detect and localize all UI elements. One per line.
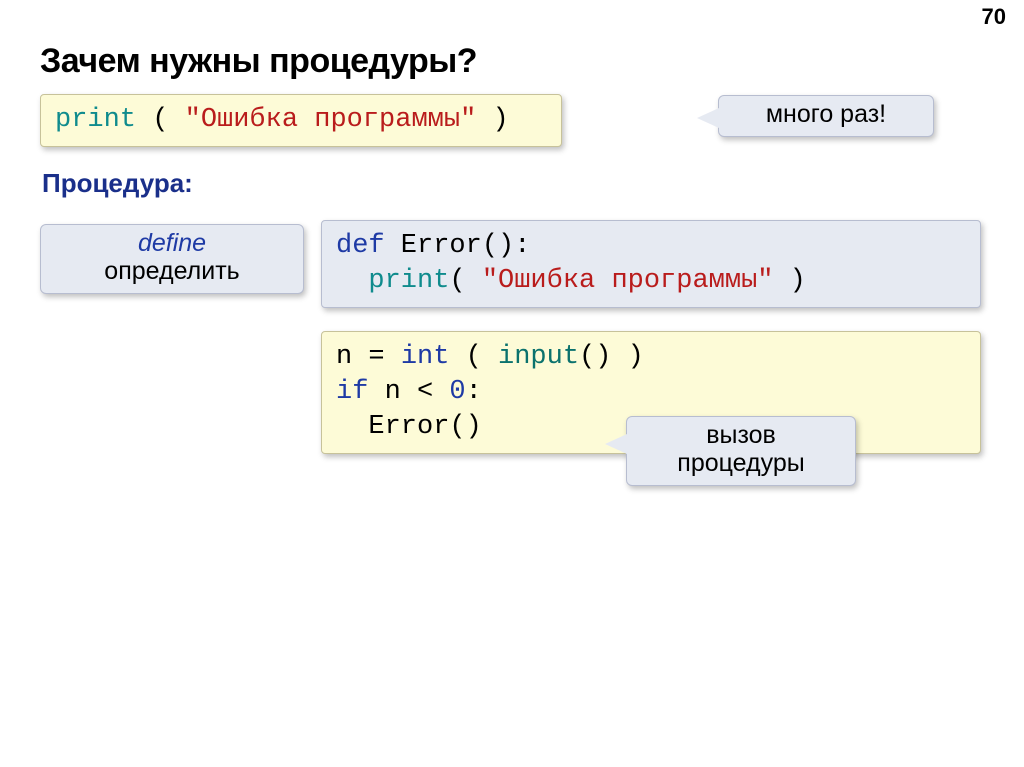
token: n < xyxy=(368,377,449,407)
callout-define-en: define xyxy=(138,229,206,257)
page-number: 70 xyxy=(982,4,1006,30)
token-paren: ( xyxy=(449,266,481,296)
subtitle: Процедура: xyxy=(42,168,193,199)
callout-call: вызов процедуры xyxy=(626,416,856,486)
callout-pointer xyxy=(273,240,295,260)
token-if: if xyxy=(336,377,368,407)
token-rest: Error(): xyxy=(385,231,531,261)
token-string: "Ошибка программы" xyxy=(482,266,774,296)
code-line: n = int ( input() ) xyxy=(336,340,966,375)
token: ( xyxy=(449,342,498,372)
token-def: def xyxy=(336,231,385,261)
token: ) xyxy=(611,342,643,372)
token-paren: ( xyxy=(136,105,185,135)
code-line: print ( "Ошибка программы" ) xyxy=(55,103,547,138)
callout-many-times: много раз! xyxy=(718,95,934,137)
code-line: if n < 0: xyxy=(336,375,966,410)
token: : xyxy=(466,377,482,407)
code-block-2: def Error(): print( "Ошибка программы" ) xyxy=(321,220,981,308)
token-print: print xyxy=(55,105,136,135)
callout-pointer xyxy=(697,108,719,128)
callout-call-l1: вызов xyxy=(706,421,776,449)
token: () xyxy=(579,342,611,372)
token-string: "Ошибка программы" xyxy=(185,105,477,135)
token-input: input xyxy=(498,342,579,372)
callout-define: define определить xyxy=(40,224,304,294)
callout-pointer xyxy=(605,434,627,454)
token: Error() xyxy=(336,412,482,442)
page-title: Зачем нужны процедуры? xyxy=(40,42,477,81)
token-paren: ) xyxy=(476,105,508,135)
token-int: int xyxy=(401,342,450,372)
token-paren: ) xyxy=(773,266,805,296)
code-line: def Error(): xyxy=(336,229,966,264)
callout-define-ru: определить xyxy=(104,257,239,285)
code-line: print( "Ошибка программы" ) xyxy=(336,264,966,299)
token-zero: 0 xyxy=(449,377,465,407)
callout-text: много раз! xyxy=(766,100,886,128)
code-block-1: print ( "Ошибка программы" ) xyxy=(40,94,562,147)
token: n = xyxy=(336,342,401,372)
callout-call-l2: процедуры xyxy=(677,449,804,477)
token-print: print xyxy=(368,266,449,296)
token-indent xyxy=(336,266,368,296)
